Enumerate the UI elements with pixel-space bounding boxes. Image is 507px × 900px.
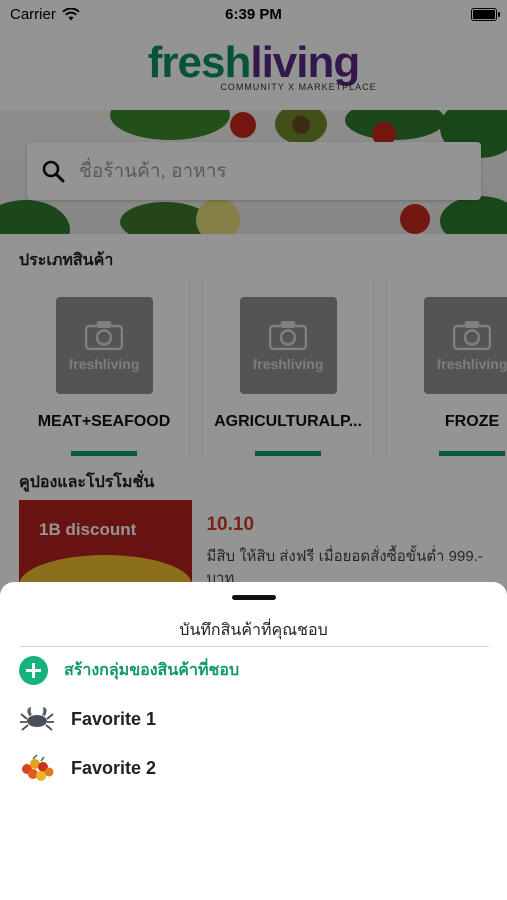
crab-icon [20, 707, 54, 731]
favorite-item-2[interactable]: Favorite 2 [19, 752, 156, 784]
berries-icon [22, 754, 54, 781]
favorite-item-1[interactable]: Favorite 1 [19, 703, 156, 735]
sheet-title: บันทึกสินค้าที่คุณชอบ [179, 622, 328, 639]
sheet-grabber[interactable] [232, 595, 276, 600]
favorites-bottom-sheet: บันทึกสินค้าที่คุณชอบ สร้างกลุ่มของสินค้… [0, 582, 507, 900]
favorite-label: Favorite 2 [71, 757, 157, 778]
favorite-label: Favorite 1 [71, 708, 157, 729]
create-group-label: สร้างกลุ่มของสินค้าที่ชอบ [64, 661, 240, 679]
divider [19, 646, 489, 647]
add-circle-icon [19, 655, 48, 685]
create-favorite-group-button[interactable]: สร้างกลุ่มของสินค้าที่ชอบ [19, 654, 239, 686]
